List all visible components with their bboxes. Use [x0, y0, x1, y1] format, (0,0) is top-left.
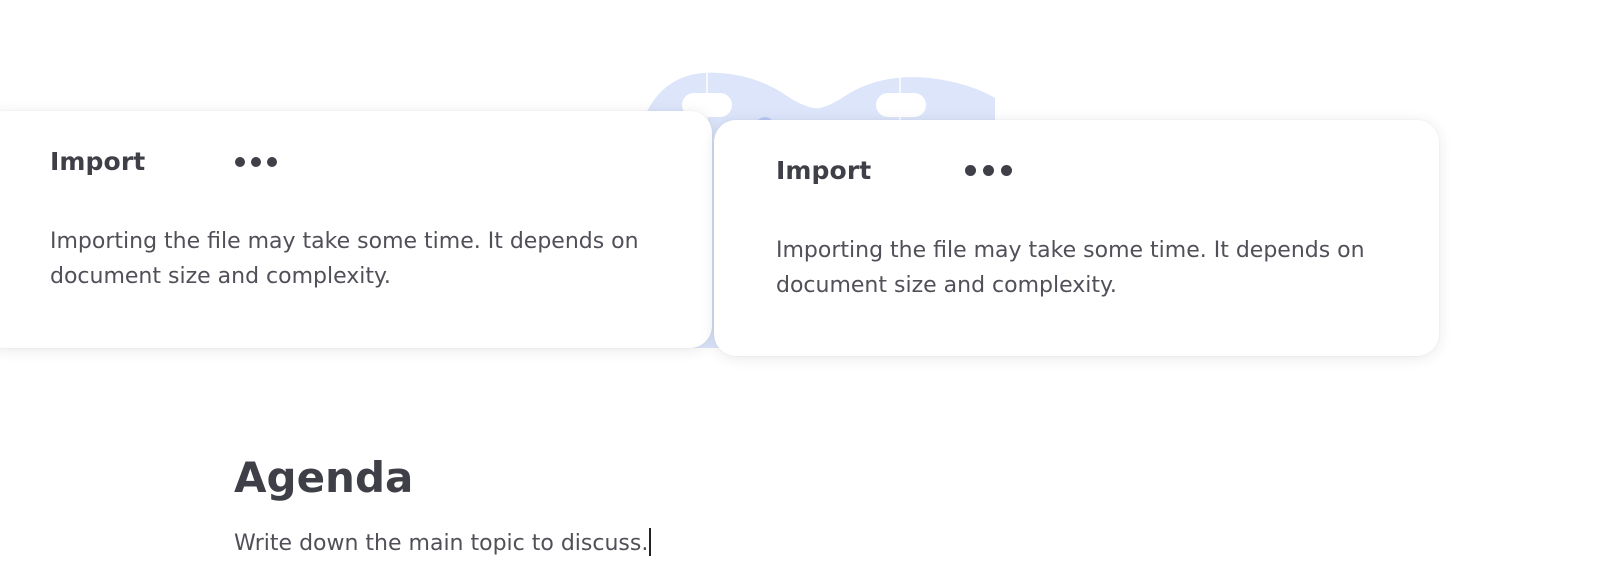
import-card: Import Importing the file may take some … — [714, 120, 1439, 356]
text-caret — [649, 528, 652, 556]
import-card: Import Importing the file may take some … — [0, 111, 712, 348]
card-header: Import — [50, 147, 279, 176]
more-options-icon[interactable] — [233, 153, 279, 171]
document-text-editor[interactable]: Write down the main topic to discuss. — [234, 528, 652, 556]
card-description: Importing the file may take some time. I… — [50, 229, 639, 289]
card-header: Import — [776, 156, 1014, 185]
card-title: Import — [50, 147, 146, 176]
card-description: Importing the file may take some time. I… — [776, 238, 1365, 298]
document-heading[interactable]: Agenda — [234, 453, 413, 502]
more-options-icon[interactable] — [963, 161, 1014, 180]
card-title: Import — [776, 156, 872, 185]
document-paragraph[interactable]: Write down the main topic to discuss. — [234, 531, 648, 556]
